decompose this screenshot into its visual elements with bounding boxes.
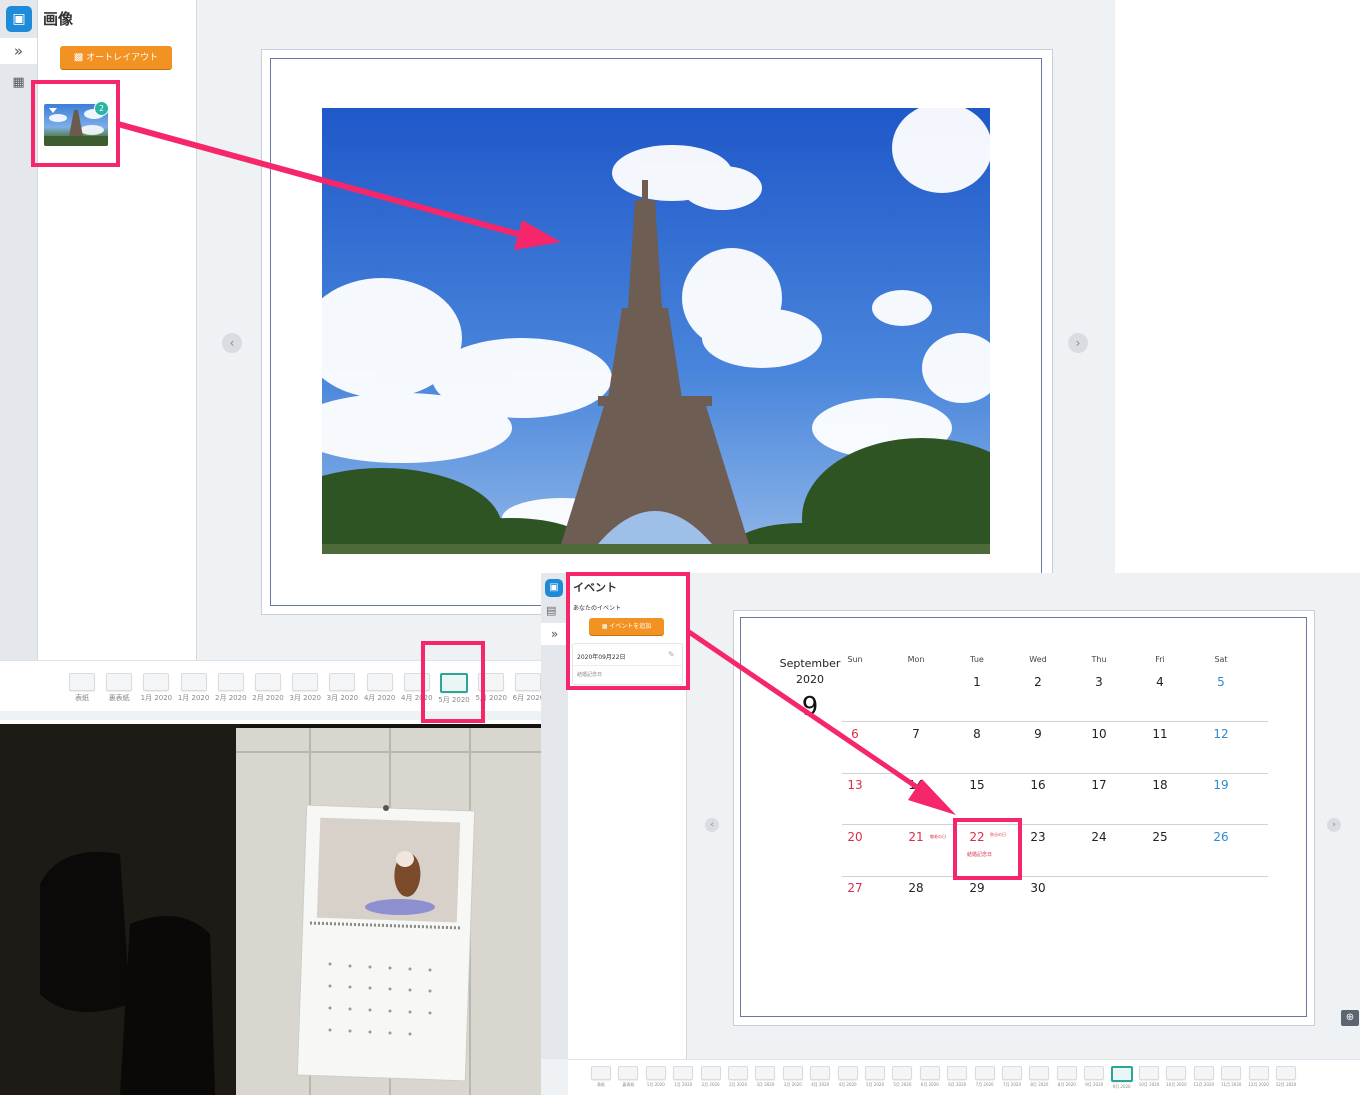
arrow-event-to-day [687, 629, 932, 799]
annotation-arrows [117, 121, 956, 815]
arrow-thumb-to-photo [117, 121, 526, 239]
arrow-head-photo [514, 220, 561, 250]
